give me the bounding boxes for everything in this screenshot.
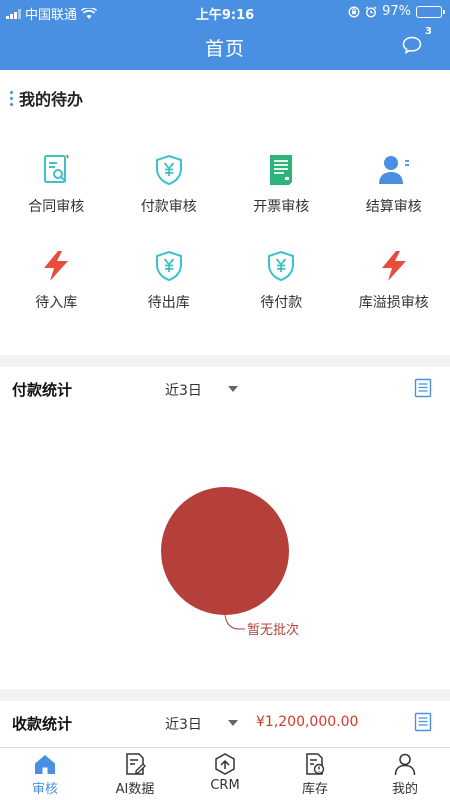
ai-data-icon	[126, 753, 146, 775]
message-badge: 3	[425, 26, 432, 37]
yuan-shield-icon	[155, 250, 182, 282]
receipt-stats-title: 收款统计	[12, 715, 73, 733]
pie-slice	[161, 487, 289, 615]
receipt-amount: ¥1,200,000.00	[256, 714, 359, 730]
payment-stats-title: 付款统计	[12, 381, 73, 399]
receipt-stats-card: 收款统计 近3日 ¥1,200,000.00	[0, 701, 450, 747]
pie-slice-label: 暂无批次	[247, 622, 299, 638]
todo-item-label: 待出库	[147, 295, 190, 311]
status-bar: 中国联通 上午9:16 97%	[0, 0, 450, 24]
todo-grid: 合同审核 付款审核 开票审核 结算审核 待入库 待出库 待付款 库溢损审核	[0, 152, 450, 312]
todo-title: 我的待办	[19, 90, 84, 109]
message-icon[interactable]	[402, 36, 422, 54]
todo-item-pending-payment[interactable]: 待付款	[225, 248, 338, 312]
receipt-period-dropdown-icon[interactable]	[228, 720, 238, 726]
invoice-document-icon	[270, 155, 293, 185]
battery-icon	[416, 5, 445, 18]
tab-inventory[interactable]: 库存	[270, 748, 360, 800]
top-bar: 中国联通 上午9:16 97% 首页 3	[0, 0, 450, 70]
yuan-shield-icon	[268, 250, 295, 282]
user-list-icon	[378, 156, 409, 184]
inventory-icon	[306, 753, 325, 775]
payment-pie-chart: 暂无批次	[161, 487, 299, 638]
receipt-period-select[interactable]: 近3日	[165, 714, 202, 734]
section-dots-icon	[10, 90, 13, 106]
payment-stats-header: 付款统计 近3日	[0, 367, 450, 411]
todo-header: 我的待办	[10, 86, 83, 110]
todo-item-label: 结算审核	[365, 199, 422, 215]
todo-item-settlement-review[interactable]: 结算审核	[338, 152, 450, 216]
todo-item-label: 付款审核	[140, 199, 197, 215]
tab-profile[interactable]: 我的	[360, 748, 450, 800]
todo-item-label: 待付款	[260, 295, 303, 311]
tab-label: AI数据	[115, 782, 155, 797]
payment-list-icon[interactable]	[414, 378, 432, 398]
tab-label: 库存	[301, 782, 328, 797]
tab-label: 我的	[391, 782, 418, 797]
tab-label: 审核	[31, 782, 58, 797]
page-title: 首页	[204, 38, 245, 60]
orientation-lock-icon	[348, 6, 360, 17]
todo-item-label: 合同审核	[28, 199, 85, 215]
lightning-icon	[44, 251, 69, 281]
crm-icon	[215, 753, 235, 775]
payment-period-dropdown-icon[interactable]	[228, 386, 238, 392]
home-icon	[35, 755, 55, 774]
tab-label: CRM	[210, 778, 240, 793]
lightning-icon	[381, 251, 406, 281]
payment-stats-card: 付款统计 近3日 暂无批次	[0, 367, 450, 689]
alarm-icon	[365, 5, 377, 18]
contract-search-icon	[44, 154, 70, 183]
payment-period-select[interactable]: 近3日	[165, 380, 202, 400]
todo-item-label: 库溢损审核	[358, 295, 429, 311]
todo-item-inventory-variance-review[interactable]: 库溢损审核	[338, 248, 450, 312]
tab-crm[interactable]: CRM	[180, 748, 270, 800]
pie-leader-line	[224, 614, 245, 630]
todo-item-label: 待入库	[35, 295, 78, 311]
battery-percent: 97%	[382, 4, 411, 19]
yuan-shield-icon	[155, 154, 182, 186]
todo-section: 我的待办 合同审核 付款审核 开票审核 结算审核 待入库 待出库 待付款 库溢损…	[0, 70, 450, 355]
tab-bar: 审核 AI数据 CRM 库存 我的	[0, 747, 450, 800]
todo-item-label: 开票审核	[253, 199, 310, 215]
tab-review[interactable]: 审核	[0, 748, 90, 800]
receipt-stats-header: 收款统计 近3日 ¥1,200,000.00	[0, 701, 450, 745]
todo-item-pending-inbound[interactable]: 待入库	[0, 248, 113, 312]
profile-icon	[394, 753, 416, 776]
todo-item-invoice-review[interactable]: 开票审核	[225, 152, 338, 216]
todo-item-pending-outbound[interactable]: 待出库	[113, 248, 226, 312]
receipt-list-icon[interactable]	[414, 712, 432, 732]
todo-item-payment-review[interactable]: 付款审核	[113, 152, 226, 216]
tab-ai-data[interactable]: AI数据	[90, 748, 180, 800]
todo-item-contract-review[interactable]: 合同审核	[0, 152, 113, 216]
